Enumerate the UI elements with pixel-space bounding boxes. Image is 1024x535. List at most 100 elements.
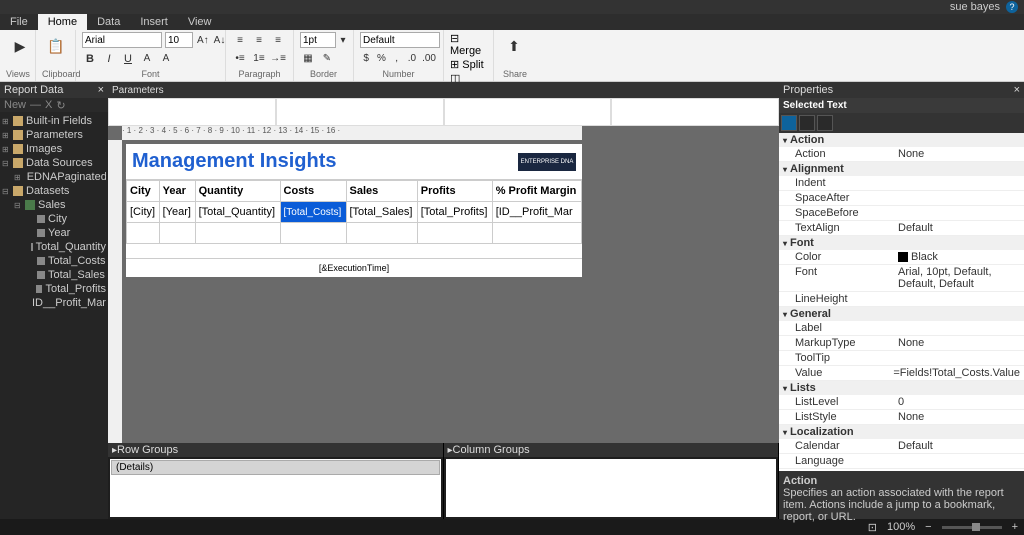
prop-row[interactable]: Indent [779,176,1024,191]
currency-icon[interactable]: $ [360,51,372,67]
prop-row[interactable]: ColorBlack [779,250,1024,265]
row-group-details[interactable]: (Details) [111,460,440,475]
align-center-icon[interactable]: ≡ [251,32,267,48]
font-name-select[interactable] [82,32,162,48]
merge-button[interactable]: ⊟ Merge [450,32,487,57]
tree-node[interactable]: Year [2,226,106,240]
prop-category[interactable]: ▾ Action [779,133,1024,147]
prop-row[interactable]: Value=Fields!Total_Costs.Value [779,366,1024,381]
font-color-icon[interactable]: A [139,51,155,67]
zoom-slider[interactable] [942,526,1002,529]
rd-tool[interactable]: — [30,99,41,111]
align-left-icon[interactable]: ≡ [232,32,248,48]
run-button[interactable]: ▶ [6,32,34,60]
underline-icon[interactable]: U [120,51,136,67]
prop-row[interactable]: SpaceBefore [779,206,1024,221]
data-cell[interactable]: [Year] [159,202,195,223]
rd-tool[interactable]: New [4,99,26,111]
help-icon[interactable]: ? [1006,1,1018,13]
numbers-icon[interactable]: 1≡ [251,51,267,67]
prop-category[interactable]: ▾ General [779,307,1024,321]
tree-node[interactable]: ⊞Built-in Fields [2,114,106,128]
data-cell[interactable]: [Total_Profits] [417,202,492,223]
prop-row[interactable]: ActionNone [779,147,1024,162]
tree-node[interactable]: Total_Costs [2,254,106,268]
menu-insert[interactable]: Insert [130,14,178,30]
rd-tool[interactable]: X [45,99,52,111]
tree-node[interactable]: ⊟Data Sources [2,156,106,170]
data-cell[interactable]: [Total_Costs] [280,202,346,223]
prop-category[interactable]: ▾ Localization [779,425,1024,439]
tree-node[interactable]: ⊞Images [2,142,106,156]
col-header[interactable]: Profits [417,181,492,202]
col-header[interactable]: Year [159,181,195,202]
col-header[interactable]: % Profit Margin [492,181,581,202]
data-cell[interactable]: [Total_Sales] [346,202,417,223]
execution-time[interactable]: [&ExecutionTime] [126,258,582,277]
paste-button[interactable]: 📋 [42,32,70,60]
close-icon[interactable]: × [1014,84,1020,96]
tree-node[interactable]: Total_Quantity [2,240,106,254]
grow-font-icon[interactable]: A↑ [196,32,210,48]
split-button[interactable]: ⊞ Split [450,58,487,71]
border-color-icon[interactable]: ✎ [319,51,335,67]
dec-inc-icon[interactable]: .0 [406,51,418,67]
prop-row[interactable]: ToolTip [779,351,1024,366]
align-right-icon[interactable]: ≡ [270,32,286,48]
zoom-in-icon[interactable]: + [1012,521,1018,533]
data-cell[interactable]: [City] [127,202,160,223]
publish-button[interactable]: ⬆ [500,32,528,60]
prop-row[interactable]: CalendarDefault [779,439,1024,454]
tree-node[interactable]: ⊟Sales [2,198,106,212]
percent-icon[interactable]: % [375,51,387,67]
prop-category[interactable]: ▾ Alignment [779,162,1024,176]
zoom-out-icon[interactable]: − [925,521,931,533]
bold-icon[interactable]: B [82,51,98,67]
prop-category[interactable]: ▾ Font [779,236,1024,250]
dec-dec-icon[interactable]: .00 [421,51,437,67]
font-size-select[interactable] [165,32,193,48]
border-style-icon[interactable]: ▾ [339,32,347,48]
tree-node[interactable]: ID__Profit_Margin [2,296,106,310]
border-icon[interactable]: ▦ [300,51,316,67]
number-format[interactable] [360,32,440,48]
bullets-icon[interactable]: •≡ [232,51,248,67]
prop-row[interactable]: MarkupTypeNone [779,336,1024,351]
categorized-icon[interactable] [781,115,797,131]
prop-row[interactable]: Language [779,454,1024,469]
border-width[interactable] [300,32,336,48]
alphabetical-icon[interactable] [799,115,815,131]
prop-row[interactable]: Label [779,321,1024,336]
property-pages-icon[interactable] [817,115,833,131]
tree-node[interactable]: ⊞Parameters [2,128,106,142]
data-cell[interactable]: [ID__Profit_Mar [492,202,581,223]
close-icon[interactable]: × [98,84,104,96]
fill-color-icon[interactable]: A [158,51,174,67]
col-header[interactable]: City [127,181,160,202]
tree-node[interactable]: City [2,212,106,226]
italic-icon[interactable]: I [101,51,117,67]
menu-data[interactable]: Data [87,14,130,30]
indent-icon[interactable]: →≡ [270,51,286,67]
prop-row[interactable]: ListStyleNone [779,410,1024,425]
tree-node[interactable]: ⊟Datasets [2,184,106,198]
menu-file[interactable]: File [0,14,38,30]
prop-row[interactable]: ListLevel0 [779,395,1024,410]
prop-row[interactable]: FontArial, 10pt, Default, Default, Defau… [779,265,1024,292]
rd-tool[interactable]: ↻ [56,99,65,112]
report-title[interactable]: Management Insights [132,150,336,173]
menu-home[interactable]: Home [38,14,87,30]
tree-node[interactable]: ⊞EDNAPaginatedReports_M [2,170,106,184]
prop-category[interactable]: ▾ Lists [779,381,1024,395]
col-header[interactable]: Quantity [195,181,280,202]
menu-view[interactable]: View [178,14,222,30]
tree-node[interactable]: Total_Profits [2,282,106,296]
prop-row[interactable]: LineHeight [779,292,1024,307]
comma-icon[interactable]: , [391,51,403,67]
prop-row[interactable]: TextAlignDefault [779,221,1024,236]
col-header[interactable]: Sales [346,181,417,202]
prop-row[interactable]: SpaceAfter [779,191,1024,206]
data-cell[interactable]: [Total_Quantity] [195,202,280,223]
shrink-font-icon[interactable]: A↓ [213,32,227,48]
tree-node[interactable]: Total_Sales [2,268,106,282]
